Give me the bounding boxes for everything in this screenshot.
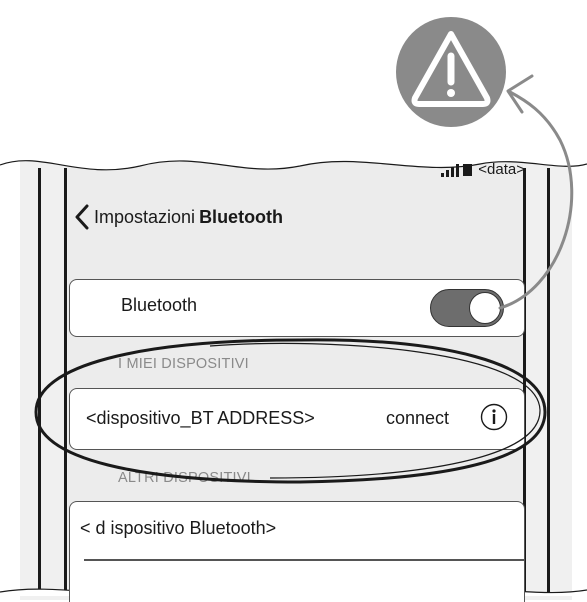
chevron-left-icon[interactable] [74, 204, 90, 230]
battery-icon [463, 163, 473, 176]
phone-edge-right-outer [547, 168, 550, 596]
list-item-my-device[interactable]: <dispositivo_BT ADDRESS> connect [69, 388, 525, 450]
other-device-name: < d ispositivo Bluetooth> [80, 518, 277, 538]
row-divider [84, 559, 524, 561]
info-icon[interactable] [480, 403, 508, 431]
signal-icon [441, 163, 460, 177]
bluetooth-row: Bluetooth [69, 279, 525, 337]
section-other-devices: ALTRI DISPOSITIVI [118, 470, 251, 486]
status-bar: <data> [441, 161, 525, 178]
warning-triangle-icon [396, 17, 506, 127]
bluetooth-toggle[interactable] [430, 289, 504, 327]
arrowhead-icon [506, 74, 534, 114]
list-item-other-device[interactable]: < d ispositivo Bluetooth> [69, 501, 525, 602]
back-label[interactable]: Impostazioni [94, 207, 195, 228]
status-time: <data> [478, 161, 525, 178]
page-title: Bluetooth [199, 206, 284, 227]
device-name: <dispositivo_BT ADDRESS> [86, 408, 315, 428]
section-my-devices: I MIEI DISPOSITIVI [118, 356, 249, 372]
bluetooth-label: Bluetooth [121, 295, 198, 315]
phone-edge-left-inner [64, 168, 67, 596]
phone-edge-left-outer [38, 168, 41, 596]
corner-mark [0, 0, 28, 16]
device-status: connect [386, 408, 450, 428]
toggle-knob [469, 291, 501, 324]
nav-bar: Impostazioni Bluetooth [74, 204, 283, 230]
